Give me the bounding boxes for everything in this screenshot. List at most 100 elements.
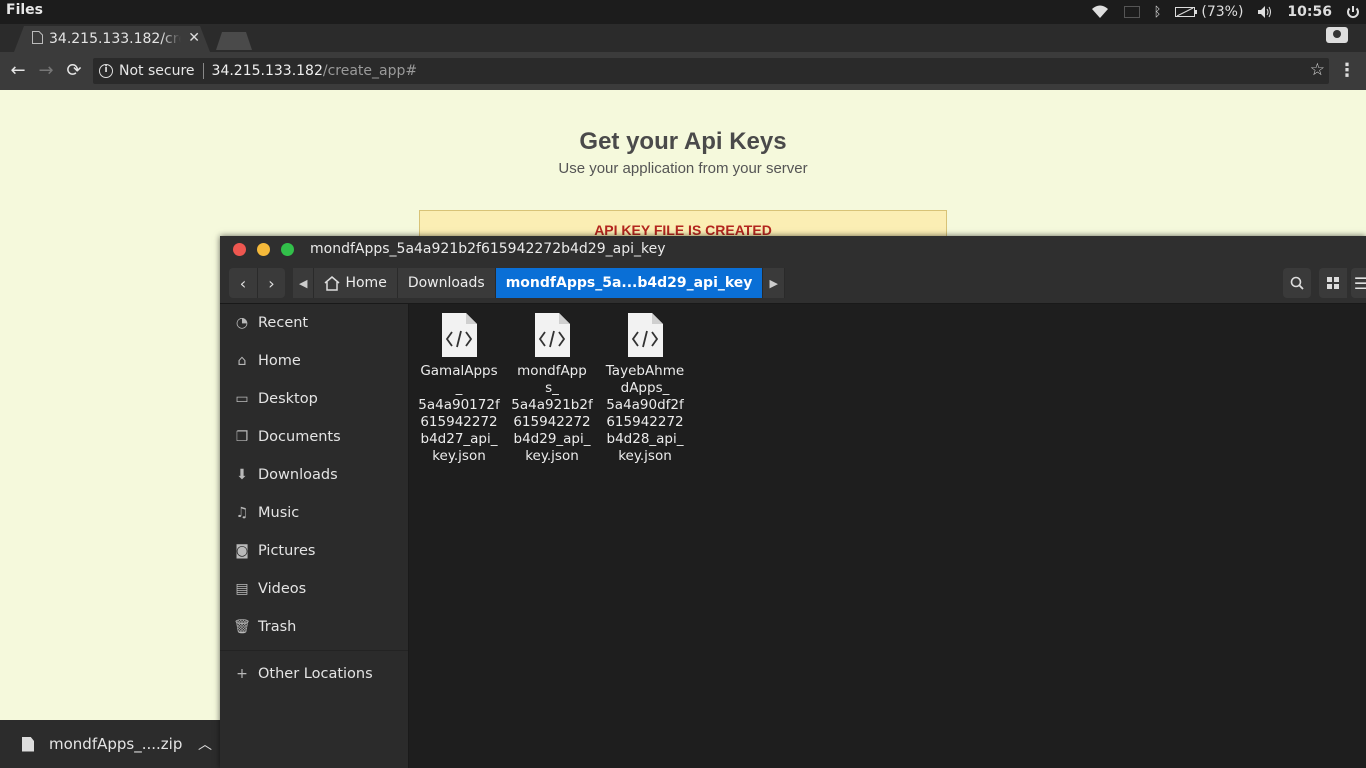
- film-icon: ▤: [235, 581, 249, 597]
- breadcrumb-label: Home: [345, 275, 387, 291]
- breadcrumb-downloads[interactable]: Downloads: [397, 268, 496, 298]
- bookmark-star-icon[interactable]: ☆: [1310, 60, 1325, 80]
- breadcrumb-label: Downloads: [407, 275, 485, 291]
- system-top-bar: Files ᛒ (73%) 10:56: [0, 0, 1366, 24]
- back-chevron-icon[interactable]: ‹: [229, 268, 257, 298]
- forward-chevron-icon[interactable]: ›: [257, 268, 285, 298]
- wifi-icon[interactable]: [1090, 5, 1110, 19]
- forward-arrow-icon[interactable]: →: [35, 60, 57, 82]
- browser-menu-icon[interactable]: ⋮: [1338, 60, 1356, 81]
- desktop-icon: ▭: [235, 391, 249, 407]
- sidebar-item-home[interactable]: ⌂ Home: [220, 342, 408, 380]
- bluetooth-icon[interactable]: ᛒ: [1154, 5, 1162, 20]
- file-item[interactable]: GamalApps _ 5a4a90172f 615942272 b4d27_api_ k…: [417, 312, 501, 465]
- divider: [202, 63, 204, 79]
- grid-view-icon[interactable]: [1319, 268, 1347, 298]
- url-host: 34.215.133.182: [211, 63, 323, 79]
- trash-icon: 🗑︎: [233, 619, 251, 635]
- download-filename: mondfApps_....zip: [49, 735, 183, 753]
- browser-tab[interactable]: 34.215.133.182/create_app# ✕: [14, 26, 210, 52]
- file-icon-view: GamalApps _ 5a4a90172f 615942272 b4d27_api_ k…: [409, 304, 1366, 768]
- sidebar-item-videos[interactable]: ▤ Videos: [220, 570, 408, 608]
- sidebar-item-label: Documents: [258, 429, 341, 445]
- sidebar-item-label: Recent: [258, 315, 309, 331]
- breadcrumb-label: mondfApps_5a...b4d29_api_key: [505, 275, 753, 291]
- plus-icon: +: [236, 666, 248, 682]
- sidebar-item-label: Other Locations: [258, 666, 373, 682]
- sidebar-item-label: Pictures: [258, 543, 316, 559]
- file-manager-window: mondfApps_5a4a921b2f615942272b4d29_api_k…: [220, 236, 1366, 768]
- active-app-name: Files: [6, 2, 43, 18]
- sidebar-item-label: Videos: [258, 581, 307, 597]
- sidebar-divider: [220, 650, 408, 651]
- page-title: Get your Api Keys: [579, 128, 787, 155]
- file-item[interactable]: mondfApp s_ 5a4a921b2f 615942272 b4d29_api_ k…: [510, 312, 594, 465]
- places-sidebar: ◔ Recent ⌂ Home ▭ Desktop ❐ Documents ⬇ …: [220, 304, 409, 768]
- battery-indicator[interactable]: (73%): [1175, 4, 1243, 20]
- download-item[interactable]: mondfApps_....zip ︿: [0, 720, 220, 768]
- battery-percent: (73%): [1201, 4, 1244, 20]
- sidebar-item-pictures[interactable]: ◙ Pictures: [220, 532, 408, 570]
- sidebar-item-documents[interactable]: ❐ Documents: [220, 418, 408, 456]
- sidebar-item-label: Home: [258, 353, 301, 369]
- sidebar-item-desktop[interactable]: ▭ Desktop: [220, 380, 408, 418]
- file-name: TayebAhme dApps_ 5a4a90df2f 615942272 b4d28_…: [605, 363, 685, 464]
- new-tab-button[interactable]: [216, 32, 252, 50]
- sidebar-item-music[interactable]: ♫ Music: [220, 494, 408, 532]
- download-shelf: mondfApps_....zip ︿: [0, 720, 220, 768]
- minimize-window-button[interactable]: [257, 243, 270, 256]
- code-file-icon: [442, 313, 477, 357]
- browser-toolbar: ← → ⟳ i Not secure 34.215.133.182 /creat…: [0, 52, 1366, 90]
- file-name: GamalApps _ 5a4a90172f 615942272 b4d27_api_ k…: [418, 363, 500, 464]
- sidebar-item-trash[interactable]: 🗑︎ Trash: [220, 608, 408, 646]
- camera-icon: ◙: [235, 543, 249, 559]
- close-window-button[interactable]: [233, 243, 246, 256]
- sidebar-item-label: Desktop: [258, 391, 318, 407]
- sidebar-item-label: Music: [258, 505, 300, 521]
- sidebar-item-downloads[interactable]: ⬇ Downloads: [220, 456, 408, 494]
- browser-tab-strip: 34.215.133.182/create_app# ✕: [0, 24, 1366, 52]
- file-icon: [22, 736, 34, 752]
- breadcrumb-current-folder[interactable]: mondfApps_5a...b4d29_api_key: [495, 268, 764, 298]
- address-bar[interactable]: i Not secure 34.215.133.182 /create_app#…: [93, 58, 1329, 84]
- profile-icon[interactable]: [1326, 27, 1348, 43]
- security-label[interactable]: Not secure: [119, 63, 195, 79]
- chevron-up-icon[interactable]: ︿: [198, 734, 212, 754]
- tab-close-icon[interactable]: ✕: [188, 30, 200, 46]
- reload-icon[interactable]: ⟳: [63, 60, 85, 82]
- sidebar-item-recent[interactable]: ◔ Recent: [220, 304, 408, 342]
- keyboard-icon[interactable]: [1123, 6, 1140, 18]
- volume-icon[interactable]: [1257, 5, 1273, 19]
- back-arrow-icon[interactable]: ←: [7, 60, 29, 82]
- file-manager-headerbar: ‹ › ◀ Home Downloads mondfApps_5a...b4d2…: [220, 264, 1366, 304]
- home-icon: [324, 275, 340, 291]
- sidebar-item-label: Trash: [258, 619, 297, 635]
- page-subtitle: Use your application from your server: [558, 160, 808, 177]
- download-icon: ⬇: [236, 467, 248, 483]
- info-icon[interactable]: i: [99, 64, 113, 78]
- documents-icon: ❐: [235, 429, 249, 445]
- url-path: /create_app#: [322, 63, 418, 79]
- search-icon[interactable]: [1283, 268, 1311, 298]
- clock[interactable]: 10:56: [1287, 4, 1332, 20]
- code-file-icon: [628, 313, 663, 357]
- path-left-arrow-icon[interactable]: ◀: [293, 268, 315, 298]
- file-name: mondfApp s_ 5a4a921b2f 615942272 b4d29_api_ k…: [511, 363, 593, 464]
- window-titlebar[interactable]: mondfApps_5a4a921b2f615942272b4d29_api_k…: [220, 236, 1366, 264]
- tab-title: 34.215.133.182/create_app#: [49, 31, 181, 47]
- code-file-icon: [535, 313, 570, 357]
- menu-icon[interactable]: ☰: [1351, 268, 1366, 298]
- path-right-arrow-icon[interactable]: ▶: [763, 268, 785, 298]
- maximize-window-button[interactable]: [281, 243, 294, 256]
- power-icon[interactable]: [1346, 5, 1360, 20]
- page-icon: [32, 30, 43, 48]
- music-icon: ♫: [235, 505, 249, 521]
- file-item[interactable]: TayebAhme dApps_ 5a4a90df2f 615942272 b4d28_…: [603, 312, 687, 465]
- system-tray: ᛒ (73%) 10:56: [1090, 0, 1366, 24]
- sidebar-item-label: Downloads: [258, 467, 338, 483]
- window-title: mondfApps_5a4a921b2f615942272b4d29_api_k…: [310, 241, 666, 257]
- sidebar-item-other-locations[interactable]: + Other Locations: [220, 655, 408, 693]
- breadcrumb-home[interactable]: Home: [314, 268, 398, 298]
- path-bar: ◀ Home Downloads mondfApps_5a...b4d29_ap…: [293, 268, 785, 298]
- clock-icon: ◔: [235, 315, 249, 331]
